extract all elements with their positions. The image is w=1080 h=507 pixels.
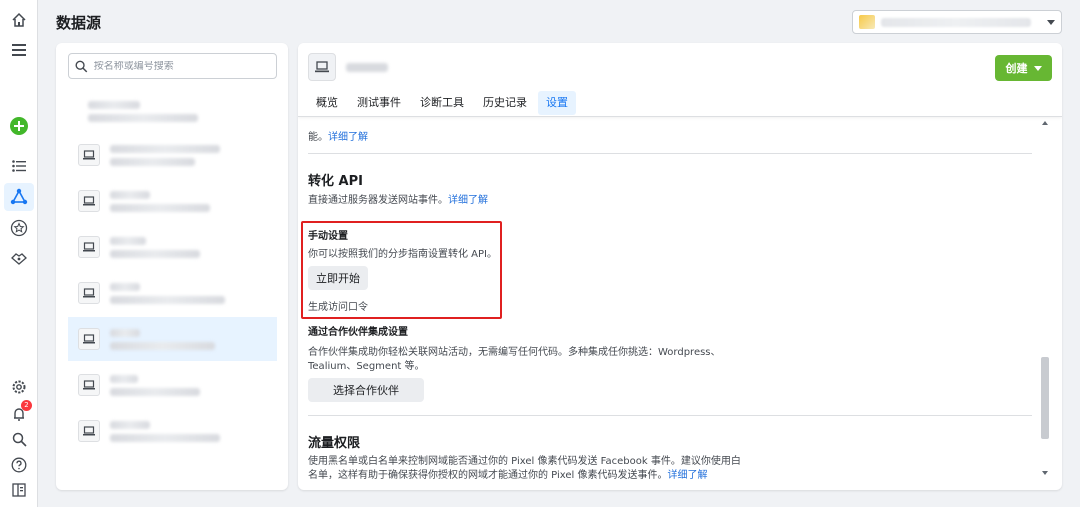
scrollbar-thumb[interactable]	[1041, 357, 1049, 439]
list-item[interactable]	[68, 89, 277, 133]
list-item[interactable]	[68, 133, 277, 177]
create-button[interactable]: 创建	[995, 55, 1052, 81]
conversions-api-learn-more-link[interactable]: 详细了解	[448, 195, 488, 206]
computer-icon	[78, 328, 100, 350]
business-logo	[859, 15, 875, 29]
add-icon[interactable]	[9, 116, 29, 136]
pixel-name-redacted	[346, 63, 388, 72]
bell-icon[interactable]: 2	[9, 400, 32, 424]
scrollbar[interactable]	[1040, 117, 1050, 479]
pixel-detail-panel: 创建 概览 测试事件 诊断工具 历史记录 设置 能。详细了解 转化 API 直接…	[298, 43, 1062, 490]
computer-icon	[78, 236, 100, 258]
menu-icon[interactable]	[9, 40, 29, 60]
business-account-selector[interactable]	[852, 10, 1062, 34]
partner-setup-desc-line1: 合作伙伴集成助你轻松关联网站活动，无需编写任何代码。多种集成任你挑选：Wordp…	[308, 347, 721, 358]
help-icon[interactable]	[9, 455, 29, 475]
list-item[interactable]	[68, 409, 277, 453]
panel-icon[interactable]	[9, 480, 29, 500]
tab-test-events[interactable]: 测试事件	[349, 91, 409, 115]
section-text-end: 能。	[308, 132, 328, 143]
create-button-label: 创建	[1005, 62, 1028, 75]
traffic-permissions-desc-line1: 使用黑名单或白名单来控制网域能否通过你的 Pixel 像素代码发送 Facebo…	[308, 456, 741, 467]
computer-icon	[308, 53, 336, 81]
conversions-api-desc: 直接通过服务器发送网站事件。	[308, 195, 448, 206]
partner-setup-title: 通过合作伙伴集成设置	[308, 327, 408, 338]
tab-settings[interactable]: 设置	[538, 91, 576, 115]
page-title: 数据源	[56, 14, 102, 32]
home-icon[interactable]	[9, 10, 29, 30]
chevron-down-icon	[1047, 19, 1055, 25]
tab-history[interactable]: 历史记录	[475, 91, 535, 115]
list-item[interactable]	[68, 179, 277, 223]
chevron-down-icon	[1033, 65, 1042, 71]
search-icon	[75, 60, 88, 72]
settings-content: 能。详细了解 转化 API 直接通过服务器发送网站事件。详细了解 手动设置 你可…	[298, 117, 1062, 490]
highlight-box	[301, 221, 502, 319]
list-icon[interactable]	[9, 156, 29, 176]
computer-icon	[78, 420, 100, 442]
business-name-redacted	[881, 17, 1031, 27]
list-item-selected[interactable]	[68, 317, 277, 361]
data-source-list-panel	[56, 43, 288, 490]
select-partner-button[interactable]: 选择合作伙伴	[308, 378, 424, 402]
list-item[interactable]	[68, 363, 277, 407]
tab-diagnostics[interactable]: 诊断工具	[412, 91, 472, 115]
notification-badge: 2	[21, 400, 32, 411]
settings-icon[interactable]	[9, 377, 29, 397]
traffic-permissions-desc-line2: 名单，这样有助于确保获得你授权的网域才能通过你的 Pixel 像素代码发送事件。	[308, 470, 668, 481]
search-icon[interactable]	[9, 429, 29, 449]
computer-icon	[78, 190, 100, 212]
divider	[308, 153, 1032, 154]
data-sources-icon[interactable]	[4, 183, 34, 211]
learn-more-link[interactable]: 详细了解	[328, 132, 368, 143]
divider	[308, 415, 1032, 416]
integrations-icon[interactable]	[9, 248, 29, 268]
traffic-permissions-learn-more-link[interactable]: 详细了解	[668, 470, 708, 481]
scroll-up-icon[interactable]	[1042, 121, 1048, 125]
list-item[interactable]	[68, 271, 277, 315]
traffic-permissions-title: 流量权限	[308, 436, 361, 451]
conversions-api-title: 转化 API	[308, 174, 363, 189]
tab-overview[interactable]: 概览	[308, 91, 346, 115]
computer-icon	[78, 144, 100, 166]
partner-setup-desc-line2: Tealium、Segment 等。	[308, 361, 425, 372]
computer-icon	[78, 374, 100, 396]
search-input[interactable]	[93, 60, 270, 72]
left-rail: 2	[0, 0, 38, 507]
star-icon[interactable]	[9, 218, 29, 238]
list-item[interactable]	[68, 225, 277, 269]
pixel-header: 创建 概览 测试事件 诊断工具 历史记录 设置	[298, 43, 1062, 117]
scroll-down-icon[interactable]	[1042, 471, 1048, 475]
search-box[interactable]	[68, 53, 277, 79]
tab-bar: 概览 测试事件 诊断工具 历史记录 设置	[308, 91, 579, 115]
computer-icon	[78, 282, 100, 304]
